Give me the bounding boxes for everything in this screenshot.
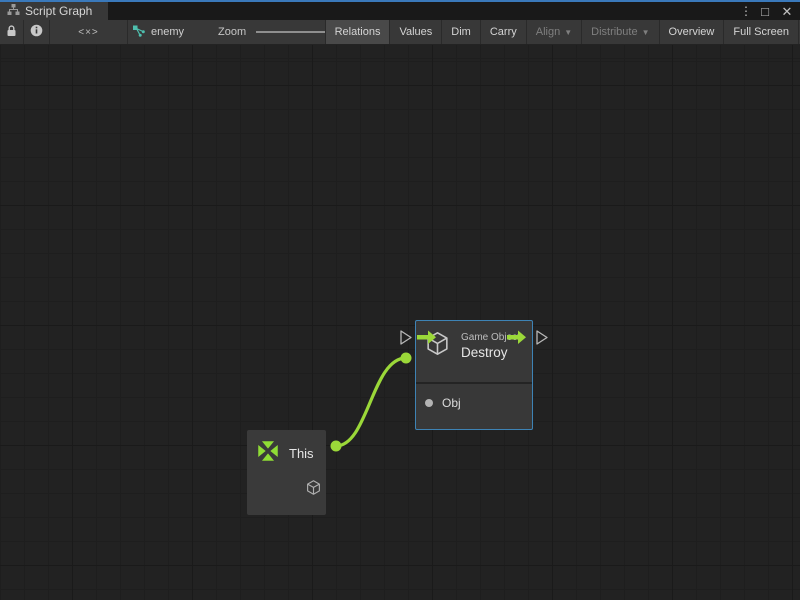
zoom-label: Zoom — [218, 26, 246, 38]
values-button[interactable]: Values — [390, 20, 442, 44]
chevron-down-icon: ▼ — [564, 28, 572, 37]
lock-icon — [6, 25, 17, 40]
code-view-button[interactable]: <×> — [50, 20, 128, 44]
window-close-icon[interactable]: ✕ — [778, 2, 796, 20]
toolbar-right-group: Relations Values Dim Carry Align ▼ Distr… — [325, 20, 799, 44]
node-destroy[interactable]: Game Object Destroy Obj — [415, 320, 533, 430]
overview-button[interactable]: Overview — [660, 20, 725, 44]
node-this-header: This — [255, 438, 314, 469]
carry-button-label: Carry — [490, 26, 517, 38]
node-type-label: Game Object — [461, 332, 520, 343]
graph-toolbar: <×> enemy Zoom 1x Relations Values — [0, 20, 800, 45]
graph-name-label: enemy — [151, 26, 184, 38]
toolbar-left-group: <×> — [0, 20, 128, 44]
distribute-dropdown[interactable]: Distribute ▼ — [582, 20, 659, 44]
this-node-title: This — [289, 446, 314, 461]
this-converge-arrows-icon — [255, 438, 281, 469]
window-controls: ⋮ □ ✕ — [740, 2, 796, 20]
node-this[interactable]: This — [247, 430, 326, 515]
tab-title: Script Graph — [25, 4, 92, 18]
this-output-cube-icon[interactable] — [305, 479, 322, 501]
graph-reference[interactable]: enemy — [132, 20, 184, 44]
window-focus-line — [0, 0, 800, 2]
node-title: Destroy — [461, 345, 520, 360]
carry-button[interactable]: Carry — [481, 20, 527, 44]
lock-button[interactable] — [0, 20, 24, 44]
code-view-icon: <×> — [78, 27, 99, 38]
info-button[interactable] — [24, 20, 50, 44]
graph-hierarchy-icon — [7, 3, 20, 19]
align-dropdown-label: Align — [536, 26, 560, 38]
graph-asset-icon — [132, 24, 146, 41]
chevron-down-icon: ▼ — [642, 28, 650, 37]
obj-input-port-row[interactable]: Obj — [425, 396, 461, 410]
window-maximize-icon[interactable]: □ — [756, 2, 774, 20]
distribute-dropdown-label: Distribute — [591, 26, 637, 38]
value-port-dot[interactable] — [425, 399, 433, 407]
full-screen-button[interactable]: Full Screen — [724, 20, 799, 44]
tab-script-graph[interactable]: Script Graph — [0, 2, 108, 20]
obj-port-label: Obj — [442, 396, 461, 410]
values-button-label: Values — [399, 26, 432, 38]
game-object-cube-icon — [424, 330, 451, 362]
align-dropdown[interactable]: Align ▼ — [527, 20, 582, 44]
graph-canvas[interactable]: Game Object Destroy Obj This — [0, 45, 800, 600]
overview-button-label: Overview — [669, 26, 715, 38]
relations-button[interactable]: Relations — [325, 20, 391, 44]
dim-button[interactable]: Dim — [442, 20, 481, 44]
node-destroy-titles: Game Object Destroy — [461, 332, 520, 360]
dim-button-label: Dim — [451, 26, 471, 38]
relations-button-label: Relations — [335, 26, 381, 38]
info-icon — [30, 24, 43, 40]
full-screen-button-label: Full Screen — [733, 26, 789, 38]
node-divider — [416, 382, 532, 384]
window-menu-icon[interactable]: ⋮ — [740, 2, 752, 20]
node-destroy-header: Game Object Destroy — [424, 330, 520, 362]
window-tab-bar: Script Graph ⋮ □ ✕ — [0, 0, 800, 20]
